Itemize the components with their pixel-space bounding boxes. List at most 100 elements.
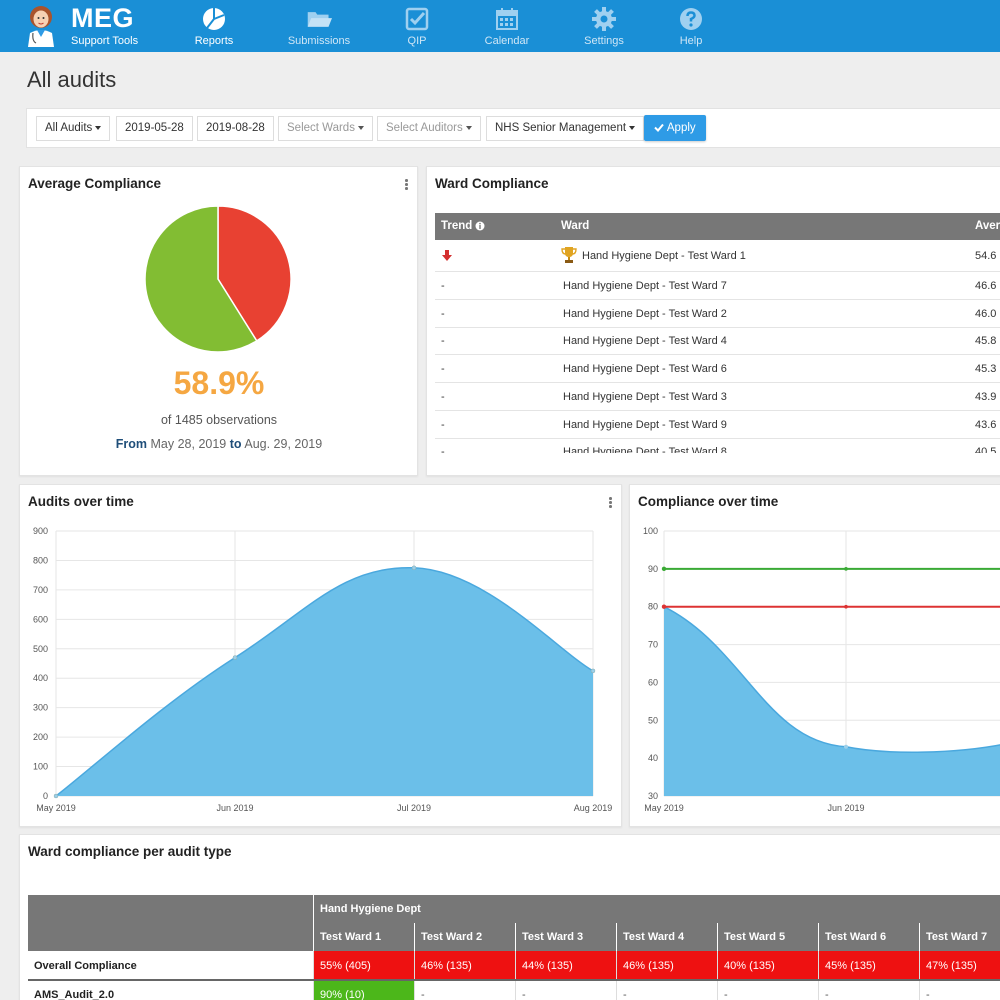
y-tick-label: 100 bbox=[643, 526, 658, 536]
col-average[interactable]: Avera bbox=[975, 220, 1000, 232]
compliance-cell[interactable]: 46% (135) bbox=[616, 951, 717, 980]
ward-column-header[interactable]: Test Ward 1 bbox=[313, 923, 414, 951]
page-title: All audits bbox=[27, 67, 117, 92]
ward-compliance-panel: Ward Compliance Trend Ward Avera Hand Hy… bbox=[426, 166, 1000, 476]
more-options-icon[interactable] bbox=[405, 179, 409, 191]
wards-select[interactable]: Select Wards bbox=[278, 116, 373, 141]
compliance-cell[interactable]: 55% (405) bbox=[313, 951, 414, 980]
compliance-cell[interactable]: - bbox=[818, 980, 919, 1000]
ward-average: 43.9 bbox=[975, 390, 997, 403]
date-to-input[interactable]: 2019-08-28 bbox=[197, 116, 274, 141]
nav-settings[interactable]: Settings bbox=[582, 0, 626, 52]
apply-button-label: Apply bbox=[666, 122, 696, 134]
col-trend[interactable]: Trend bbox=[441, 220, 472, 232]
auditors-select[interactable]: Select Auditors bbox=[377, 116, 481, 141]
compliance-cell[interactable]: - bbox=[717, 980, 818, 1000]
y-tick-label: 100 bbox=[33, 762, 48, 772]
chevron-down-icon bbox=[465, 125, 472, 130]
audits-point[interactable] bbox=[53, 793, 59, 799]
nav-calendar-label: Calendar bbox=[484, 35, 530, 47]
ward-column-header[interactable]: Test Ward 6 bbox=[818, 923, 919, 951]
checkbox-icon bbox=[405, 7, 429, 31]
calendar-icon bbox=[496, 8, 518, 30]
compliance-cell[interactable]: 47% (135) bbox=[919, 951, 1000, 980]
ward-column-header[interactable]: Test Ward 7 bbox=[919, 923, 1000, 951]
y-tick-label: 400 bbox=[33, 673, 48, 683]
to-label: to bbox=[229, 437, 242, 451]
ward-name: Hand Hygiene Dept - Test Ward 1 bbox=[582, 250, 746, 262]
col-ward[interactable]: Ward bbox=[561, 220, 589, 232]
audits-over-time-panel: Audits over time 0 100 200 300 400 500 600 700 8… bbox=[19, 484, 622, 827]
audits-dropdown[interactable]: All Audits bbox=[36, 116, 111, 141]
compliance-cell[interactable]: - bbox=[919, 980, 1000, 1000]
ward-average: 45.8 bbox=[975, 335, 997, 348]
compliance-cell[interactable]: 46% (135) bbox=[414, 951, 515, 980]
per-audit-type-title: Ward compliance per audit type bbox=[28, 844, 232, 859]
date-to-value: 2019-08-28 bbox=[206, 122, 265, 134]
compliance-cell[interactable]: - bbox=[515, 980, 616, 1000]
dept-header: Hand Hygiene Dept bbox=[313, 895, 1000, 923]
trend-value: - bbox=[441, 335, 445, 348]
nav-qip[interactable]: QIP bbox=[400, 0, 434, 52]
ward-column-header[interactable]: Test Ward 5 bbox=[717, 923, 818, 951]
audits-over-time-chart: 0 100 200 300 400 500 600 700 800 900 May 2019 Jun … bbox=[33, 526, 612, 813]
compliance-cell[interactable]: - bbox=[616, 980, 717, 1000]
more-options-icon[interactable] bbox=[609, 497, 613, 509]
table-row[interactable]: - Hand Hygiene Dept - Test Ward 6 45.3 bbox=[435, 355, 1000, 384]
compliance-cell[interactable]: 44% (135) bbox=[515, 951, 616, 980]
target-point[interactable] bbox=[844, 567, 848, 571]
folder-icon bbox=[307, 12, 332, 27]
table-row[interactable]: - Hand Hygiene Dept - Test Ward 9 43.6 bbox=[435, 411, 1000, 439]
target-point[interactable] bbox=[661, 604, 667, 609]
compliance-cell[interactable]: 40% (135) bbox=[717, 951, 818, 980]
y-tick-label: 600 bbox=[33, 614, 48, 624]
ward-name: Hand Hygiene Dept - Test Ward 6 bbox=[563, 363, 727, 376]
audits-point[interactable] bbox=[232, 655, 238, 660]
compliance-cell[interactable]: 45% (135) bbox=[818, 951, 919, 980]
average-compliance-title: Average Compliance bbox=[28, 176, 162, 191]
y-tick-label: 80 bbox=[648, 602, 658, 612]
y-tick-label: 30 bbox=[648, 791, 658, 801]
date-from-input[interactable]: 2019-05-28 bbox=[116, 116, 193, 141]
trend-value: - bbox=[441, 446, 445, 453]
top-navbar: MEG Support Tools Reports Submissions QI… bbox=[0, 0, 1000, 52]
y-tick-label: 800 bbox=[33, 555, 48, 565]
wards-select-placeholder: Select Wards bbox=[287, 122, 355, 134]
compliance-cell[interactable]: 90% (10) bbox=[313, 980, 414, 1000]
ward-column-header[interactable]: Test Ward 3 bbox=[515, 923, 616, 951]
audits-point[interactable] bbox=[590, 668, 596, 674]
table-row[interactable]: - Hand Hygiene Dept - Test Ward 3 43.9 bbox=[435, 383, 1000, 411]
ward-column-header[interactable]: Test Ward 2 bbox=[414, 923, 515, 951]
nav-reports[interactable]: Reports bbox=[188, 0, 240, 52]
nav-submissions-label: Submissions bbox=[287, 35, 351, 47]
ward-name: Hand Hygiene Dept - Test Ward 8 bbox=[563, 446, 727, 453]
compliance-cell[interactable]: - bbox=[414, 980, 515, 1000]
per-audit-type-panel: Ward compliance per audit type Hand Hygi… bbox=[19, 834, 1000, 1000]
chevron-down-icon bbox=[95, 125, 102, 130]
target-point[interactable] bbox=[661, 566, 667, 572]
target-point[interactable] bbox=[844, 604, 848, 609]
trend-value: - bbox=[441, 363, 445, 376]
compliance-over-time-panel: Compliance over time 30 40 50 60 70 80 90 100 Ma… bbox=[629, 484, 1000, 827]
table-row[interactable]: - Hand Hygiene Dept - Test Ward 7 46.6 bbox=[435, 272, 1000, 300]
nav-calendar[interactable]: Calendar bbox=[482, 0, 532, 52]
group-dropdown-label: NHS Senior Management bbox=[495, 122, 627, 134]
info-icon[interactable] bbox=[475, 221, 485, 231]
table-row[interactable]: - Hand Hygiene Dept - Test Ward 2 46.0 bbox=[435, 300, 1000, 328]
trend-value: - bbox=[441, 280, 445, 292]
apply-button[interactable]: Apply bbox=[644, 115, 706, 141]
y-tick-label: 700 bbox=[33, 585, 48, 595]
table-row[interactable]: - Hand Hygiene Dept - Test Ward 4 45.8 bbox=[435, 327, 1000, 356]
ward-average: 46.6 bbox=[975, 280, 997, 292]
table-row[interactable]: Hand Hygiene Dept - Test Ward 1 54.6 bbox=[435, 240, 1000, 272]
nav-help[interactable]: Help bbox=[674, 0, 708, 52]
group-dropdown[interactable]: NHS Senior Management bbox=[486, 116, 645, 141]
table-row[interactable]: - Hand Hygiene Dept - Test Ward 8 40.5 bbox=[435, 438, 1000, 453]
ward-column-header[interactable]: Test Ward 4 bbox=[616, 923, 717, 951]
compliance-point[interactable] bbox=[844, 744, 848, 749]
nav-submissions[interactable]: Submissions bbox=[285, 0, 353, 52]
x-tick-label: Jun 2019 bbox=[216, 803, 253, 813]
ward-average: 54.6 bbox=[975, 250, 997, 262]
doctor-avatar-logo[interactable] bbox=[24, 3, 58, 47]
audits-point[interactable] bbox=[411, 565, 417, 571]
